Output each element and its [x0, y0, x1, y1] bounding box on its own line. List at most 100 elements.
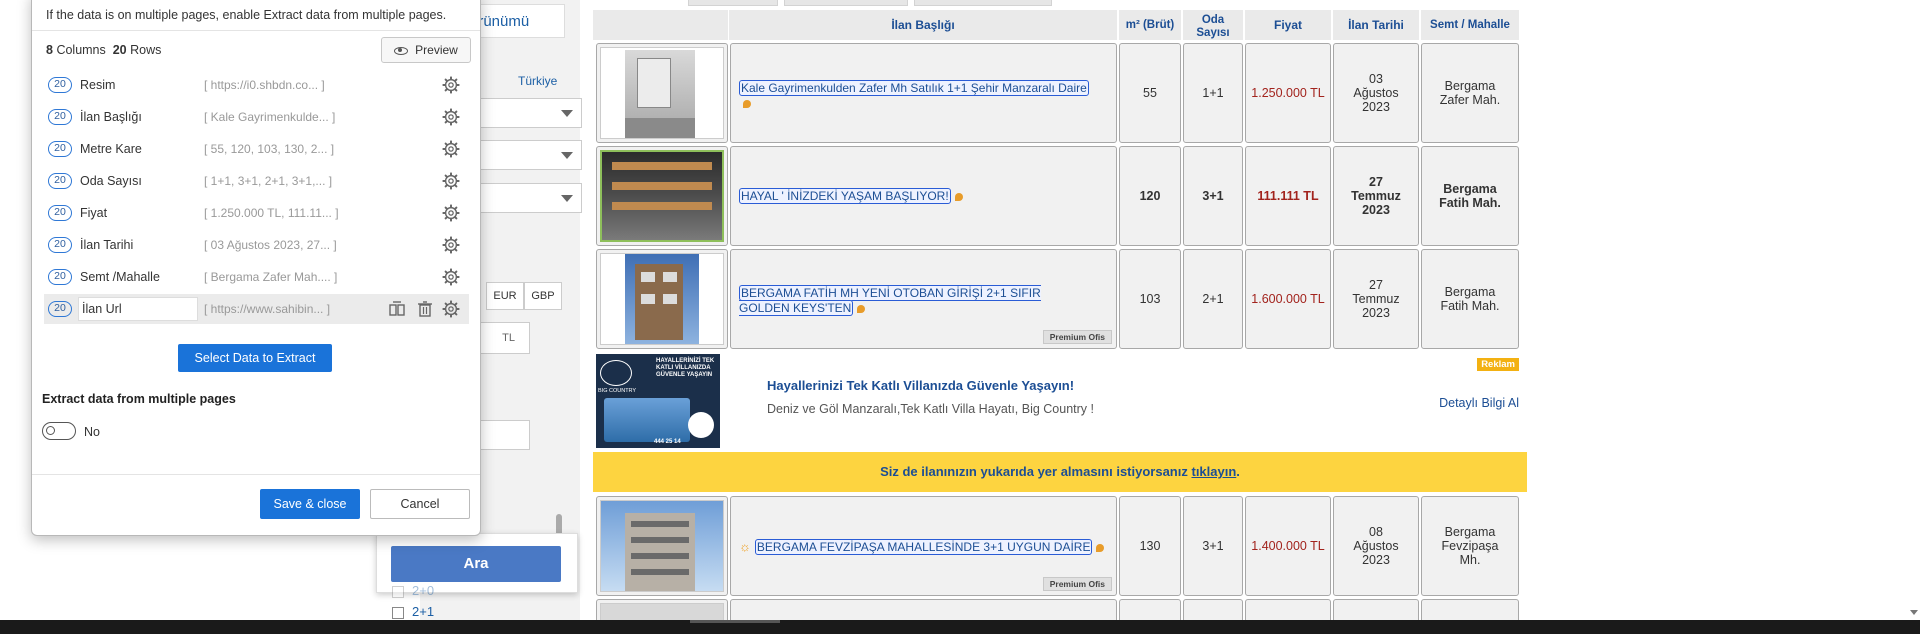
field-count-badge: 20	[48, 301, 72, 317]
listing-title-link[interactable]: BERGAMA FATİH MH YENİ OTOBAN GİRİŞİ 2+1 …	[739, 285, 1041, 316]
gear-icon[interactable]	[442, 268, 460, 286]
field-row[interactable]: 20 Resim [ https://i0.shbdn.co... ]	[44, 70, 469, 100]
gear-icon[interactable]	[442, 300, 460, 318]
chevron-down-icon	[561, 195, 573, 202]
multi-pages-title: Extract data from multiple pages	[42, 392, 236, 406]
header-area[interactable]: m² (Brüt)	[1119, 10, 1181, 40]
listing-thumbnail[interactable]	[600, 253, 724, 345]
price-cell: 111.111 TL	[1245, 146, 1331, 246]
page-scrollbar[interactable]	[1908, 0, 1920, 620]
gear-icon[interactable]	[442, 172, 460, 190]
field-row[interactable]: 20 İlan Başlığı [ Kale Gayrimenkulde... ]	[44, 102, 469, 132]
ad-description: Deniz ve Göl Manzaralı,Tek Katlı Villa H…	[767, 402, 1094, 416]
taskbar	[0, 620, 1920, 634]
field-name-input[interactable]: İlan Url	[78, 297, 198, 321]
promo-banner: Siz de ilanınızın yukarıda yer almasını …	[593, 452, 1527, 492]
area-cell: 130	[1119, 496, 1181, 596]
gear-icon[interactable]	[442, 108, 460, 126]
country-label[interactable]: Türkiye	[518, 74, 557, 88]
divider	[32, 30, 480, 31]
toggle-knob	[46, 426, 55, 435]
listing-tab[interactable]	[688, 0, 778, 6]
listing-image-cell[interactable]	[596, 249, 728, 349]
divider	[32, 474, 480, 475]
field-name[interactable]: İlan Başlığı	[80, 110, 142, 124]
field-row[interactable]: 20 Oda Sayısı [ 1+1, 3+1, 2+1, 3+1,... ]	[44, 166, 469, 196]
banner-text: Siz de ilanınızın yukarıda yer almasını …	[880, 464, 1188, 479]
copy-icon[interactable]	[388, 300, 406, 318]
gear-icon[interactable]	[442, 140, 460, 158]
ad-title[interactable]: Hayallerinizi Tek Katlı Villanızda Güven…	[767, 378, 1074, 393]
checkbox-2-1[interactable]: 2+1	[392, 604, 434, 619]
tl-label: TL	[502, 332, 515, 344]
field-sample: [ 03 Ağustos 2023, 27... ]	[204, 238, 337, 252]
price-cell: 1.250.000 TL	[1245, 43, 1331, 143]
field-name[interactable]: Fiyat	[80, 206, 107, 220]
rooms-cell: 1+1	[1183, 43, 1243, 143]
header-title[interactable]: İlan Başlığı	[729, 10, 1117, 40]
listing-image-cell[interactable]	[596, 43, 728, 143]
field-row[interactable]: 20 Semt /Mahalle [ Bergama Zafer Mah.... ]	[44, 262, 469, 292]
listing-image-cell[interactable]	[596, 146, 728, 246]
gear-icon[interactable]	[442, 236, 460, 254]
header-price[interactable]: Fiyat	[1245, 10, 1331, 40]
field-name[interactable]: Metre Kare	[80, 142, 142, 156]
preview-button[interactable]: Preview	[381, 37, 471, 63]
listing-title-link[interactable]: Kale Gayrimenkulden Zafer Mh Satılık 1+1…	[739, 80, 1089, 96]
header-rooms[interactable]: Oda Sayısı	[1183, 10, 1243, 40]
field-count-badge: 20	[48, 109, 72, 125]
rows-label: Rows	[130, 43, 162, 57]
field-sample: [ https://www.sahibin... ]	[204, 302, 331, 316]
banner-end: .	[1236, 464, 1240, 479]
listing-title-link[interactable]: HAYAL ' İNİZDEKİ YAŞAM BAŞLIYOR!	[739, 188, 951, 204]
listing-tab[interactable]	[784, 0, 908, 6]
trash-icon[interactable]	[416, 300, 434, 318]
scroll-down-icon[interactable]	[1910, 610, 1918, 615]
field-row[interactable]: 20 Fiyat [ 1.250.000 TL, 111.11... ]	[44, 198, 469, 228]
header-date[interactable]: İlan Tarihi	[1333, 10, 1419, 40]
header-location[interactable]: Semt / Mahalle	[1421, 10, 1519, 40]
listing-title-cell: HAYAL ' İNİZDEKİ YAŞAM BAŞLIYOR!	[730, 146, 1117, 246]
checkbox-icon	[392, 585, 404, 598]
area-cell: 120	[1119, 146, 1181, 246]
banner-link[interactable]: tıklayın	[1191, 464, 1236, 479]
select-data-button[interactable]: Select Data to Extract	[178, 344, 332, 372]
search-button[interactable]: Ara	[391, 546, 561, 582]
listing-image-cell[interactable]	[596, 496, 728, 596]
field-row[interactable]: 20 Metre Kare [ 55, 120, 103, 130, 2... ]	[44, 134, 469, 164]
ad-details-link[interactable]: Detaylı Bilgi Al	[1439, 396, 1519, 410]
listing-title-cell: Kale Gayrimenkulden Zafer Mh Satılık 1+1…	[730, 43, 1117, 143]
currency-gbp[interactable]: GBP	[524, 282, 562, 310]
listing-thumbnail[interactable]	[600, 500, 724, 592]
taskbar-indicator	[690, 620, 780, 623]
field-sample: [ 1+1, 3+1, 2+1, 3+1,... ]	[204, 174, 333, 188]
currency-eur[interactable]: EUR	[486, 282, 524, 310]
cancel-button[interactable]: Cancel	[370, 489, 470, 519]
field-row[interactable]: 20 İlan Tarihi [ 03 Ağustos 2023, 27... ]	[44, 230, 469, 260]
ad-image[interactable]: BIG COUNTRY HAYALLERİNİZİ TEK KATLI VİLL…	[596, 354, 720, 448]
listing-tab[interactable]	[914, 0, 1052, 6]
field-name[interactable]: Semt /Mahalle	[80, 270, 160, 284]
field-count-badge: 20	[48, 77, 72, 93]
field-name[interactable]: Resim	[80, 78, 115, 92]
multi-pages-toggle[interactable]	[42, 422, 76, 440]
preview-label: Preview	[415, 43, 458, 57]
gear-icon[interactable]	[442, 76, 460, 94]
location-cell: Bergama Fevzipaşa Mh.	[1421, 496, 1519, 596]
field-sample: [ 55, 120, 103, 130, 2... ]	[204, 142, 335, 156]
field-row[interactable]: 20 İlan Url [ https://www.sahibin... ]	[44, 294, 469, 324]
field-name[interactable]: Oda Sayısı	[80, 174, 142, 188]
gear-icon[interactable]	[442, 204, 460, 222]
field-sample: [ 1.250.000 TL, 111.11... ]	[204, 206, 339, 220]
listing-title-cell: ☼ BERGAMA FEVZİPAŞA MAHALLESİNDE 3+1 UYGU…	[730, 496, 1117, 596]
listing-thumbnail[interactable]	[600, 47, 724, 139]
field-name[interactable]: İlan Tarihi	[80, 238, 133, 252]
listing-table: İlan Başlığı m² (Brüt) Oda Sayısı Fiyat …	[593, 0, 1527, 629]
listing-title-cell: BERGAMA FATİH MH YENİ OTOBAN GİRİŞİ 2+1 …	[730, 249, 1117, 349]
pin-icon	[954, 192, 963, 201]
ad-row[interactable]: BIG COUNTRY HAYALLERİNİZİ TEK KATLI VİLL…	[593, 352, 1527, 452]
listing-thumbnail[interactable]	[600, 150, 724, 242]
checkbox-2-0[interactable]: 2+0	[392, 583, 434, 598]
save-close-button[interactable]: Save & close	[260, 489, 360, 519]
listing-title-link[interactable]: BERGAMA FEVZİPAŞA MAHALLESİNDE 3+1 UYGUN…	[754, 539, 1093, 555]
